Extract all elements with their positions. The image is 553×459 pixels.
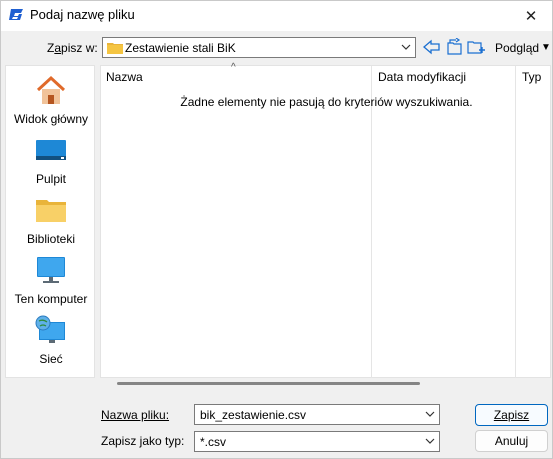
place-network[interactable]: Sieć: [6, 312, 96, 368]
home-icon: [36, 75, 66, 104]
filename-value: bik_zestawienie.csv: [200, 408, 307, 422]
filename-label: Nazwa pliku:: [101, 408, 170, 422]
place-label: Pulpit: [35, 172, 67, 186]
file-list[interactable]: ^ Nazwa Data modyfikacji Typ Żadne eleme…: [100, 62, 551, 378]
column-header-type[interactable]: Typ: [522, 70, 541, 84]
place-this-pc[interactable]: Ten komputer: [6, 252, 96, 308]
libraries-folder-icon: [36, 200, 66, 222]
view-dropdown-arrow[interactable]: ▼: [541, 42, 551, 53]
save-button[interactable]: Zapisz: [475, 404, 548, 426]
location-combo[interactable]: Zestawienie stali BiK: [102, 37, 416, 58]
save-in-label: Zapisz w:: [47, 41, 98, 55]
place-label: Widok główny: [13, 112, 89, 126]
chevron-down-icon: [401, 44, 411, 50]
sort-ascending-icon: ^: [231, 62, 236, 73]
chevron-down-icon[interactable]: [424, 435, 436, 447]
window-title: Podaj nazwę pliku: [30, 7, 135, 22]
close-icon: ✕: [524, 8, 538, 25]
column-divider[interactable]: [515, 66, 516, 378]
folder-icon: [107, 43, 123, 54]
filetype-select[interactable]: *.csv: [194, 431, 440, 452]
app-logo-icon: [9, 9, 23, 20]
filename-input[interactable]: bik_zestawienie.csv: [194, 404, 440, 425]
new-folder-icon[interactable]: [466, 38, 486, 56]
cancel-button[interactable]: Anuluj: [475, 430, 548, 452]
close-button[interactable]: ✕: [514, 1, 548, 31]
back-arrow-icon[interactable]: [422, 38, 442, 56]
chevron-down-icon[interactable]: [424, 408, 436, 420]
empty-list-message: Żadne elementy nie pasują do kryteriów w…: [180, 95, 473, 109]
desktop-icon: [36, 140, 66, 160]
place-libraries[interactable]: Biblioteki: [6, 192, 96, 248]
network-icon: [35, 315, 65, 343]
place-desktop[interactable]: Pulpit: [6, 132, 96, 188]
place-home[interactable]: Widok główny: [6, 72, 96, 128]
place-label: Biblioteki: [26, 232, 76, 246]
location-value: Zestawienie stali BiK: [125, 41, 236, 55]
place-label: Sieć: [39, 352, 63, 366]
horizontal-scrollbar[interactable]: [117, 382, 420, 385]
computer-icon: [37, 257, 65, 283]
places-bar: Widok główny Pulpit Biblioteki Ten kompu…: [5, 65, 95, 378]
filetype-value: *.csv: [200, 435, 227, 449]
save-file-dialog: Podaj nazwę pliku ✕ Zapisz w: Zestawieni…: [0, 0, 553, 459]
view-menu-button[interactable]: Podgląd: [495, 41, 539, 55]
column-header-name[interactable]: Nazwa: [106, 70, 143, 84]
title-bar: Podaj nazwę pliku ✕: [1, 1, 552, 31]
place-label: Ten komputer: [14, 292, 88, 306]
filetype-label: Zapisz jako typ:: [101, 434, 185, 448]
column-header-date-modified[interactable]: Data modyfikacji: [378, 70, 466, 84]
column-divider[interactable]: [371, 66, 372, 378]
up-folder-icon[interactable]: [444, 38, 464, 56]
